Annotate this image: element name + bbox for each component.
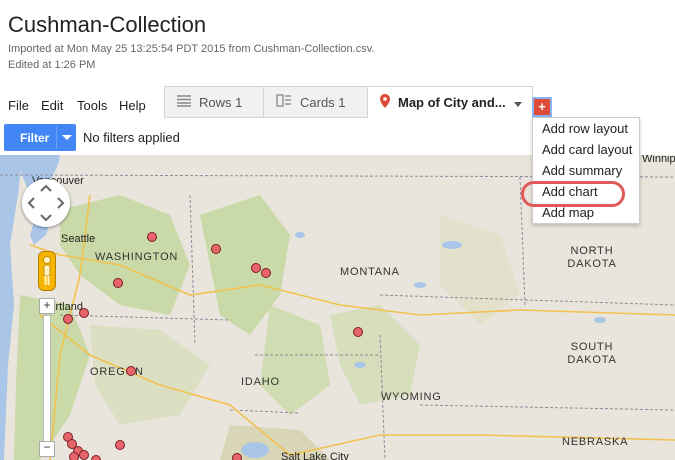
tab-rows-label: Rows 1: [199, 94, 243, 110]
filter-status: No filters applied: [83, 130, 180, 145]
page-title: Cushman-Collection: [8, 12, 207, 37]
map-marker[interactable]: [79, 308, 89, 318]
edited-info: Edited at 1:26 PM: [8, 59, 96, 71]
tab-cards-label: Cards 1: [300, 94, 346, 110]
add-chart-highlight: [521, 181, 625, 207]
cards-icon: [276, 94, 292, 110]
map-marker[interactable]: [113, 278, 123, 288]
map-marker[interactable]: [91, 455, 101, 460]
menu-edit[interactable]: Edit: [41, 98, 63, 113]
menu-item-add-summary[interactable]: Add summary: [533, 160, 639, 181]
chevron-down-icon[interactable]: [62, 135, 72, 140]
menu-item-add-card-layout[interactable]: Add card layout: [533, 139, 639, 160]
map-marker[interactable]: [126, 366, 136, 376]
pan-arrows-icon: [27, 184, 65, 222]
tab-rows[interactable]: Rows 1: [164, 86, 264, 118]
filter-button[interactable]: Filter: [4, 124, 76, 151]
tab-cards[interactable]: Cards 1: [263, 86, 368, 118]
rows-icon: [177, 94, 191, 110]
map-marker[interactable]: [261, 268, 271, 278]
chevron-down-icon[interactable]: [513, 95, 522, 110]
add-tab-button[interactable]: +: [532, 97, 552, 117]
menu-tools[interactable]: Tools: [77, 98, 107, 113]
pan-control[interactable]: [22, 179, 70, 227]
map-marker[interactable]: [115, 440, 125, 450]
menu-file[interactable]: File: [8, 98, 29, 113]
map-marker[interactable]: [63, 314, 73, 324]
menu-item-add-row-layout[interactable]: Add row layout: [533, 118, 639, 139]
tab-map[interactable]: Map of City and...: [367, 86, 533, 118]
map-marker[interactable]: [147, 232, 157, 242]
add-layout-menu: Add row layout Add card layout Add summa…: [532, 117, 640, 224]
filter-divider: [56, 126, 57, 149]
zoom-in-button[interactable]: +: [39, 298, 55, 314]
map-marker[interactable]: [251, 263, 261, 273]
imported-info: Imported at Mon May 25 13:25:54 PDT 2015…: [8, 43, 375, 55]
map-pin-icon: [380, 93, 390, 111]
filter-button-label: Filter: [20, 131, 50, 145]
map-marker[interactable]: [79, 450, 89, 460]
map-marker[interactable]: [353, 327, 363, 337]
pegman-icon[interactable]: [38, 251, 56, 291]
tab-map-label: Map of City and...: [398, 94, 506, 110]
map-marker[interactable]: [232, 453, 242, 460]
zoom-slider[interactable]: [43, 315, 51, 445]
menu-help[interactable]: Help: [119, 98, 146, 113]
map-marker[interactable]: [211, 244, 221, 254]
zoom-out-button[interactable]: −: [39, 441, 55, 457]
map-marker[interactable]: [69, 452, 79, 460]
